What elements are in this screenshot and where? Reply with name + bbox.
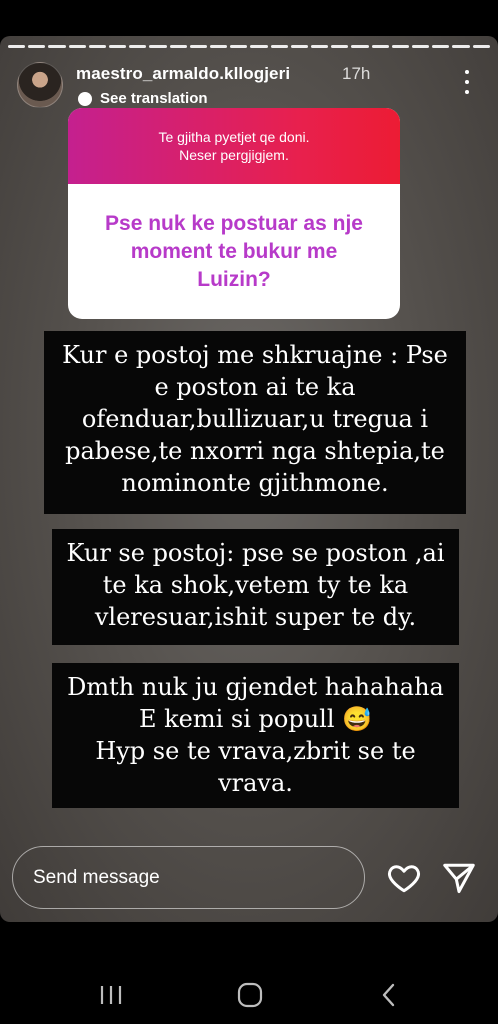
more-vertical-icon[interactable] [464,70,470,94]
question-header-line1: Te gjitha pyetjet qe doni. [158,129,310,145]
question-header-line2: Neser pergjigjem. [179,147,289,163]
translate-icon [78,91,92,106]
story-text-block: Kur e postoj me shkruajne : Pse e poston… [44,331,466,514]
question-sticker[interactable]: Te gjitha pyetjet qe doni. Neser pergjig… [68,108,400,319]
question-text: Pse nuk ke postuar as nje moment te buku… [105,211,363,291]
send-message-input[interactable]: Send message [12,846,365,909]
paper-plane-icon[interactable] [441,860,477,896]
post-time: 17h [342,64,371,83]
question-sticker-header: Te gjitha pyetjet qe doni. Neser pergjig… [68,108,400,184]
story-text-block: Dmth nuk ju gjendet hahahaha E kemi si p… [52,663,459,808]
story-progress-bar [8,45,490,48]
username[interactable]: maestro_armaldo.kllogjeri [76,64,290,84]
home-icon[interactable] [237,982,263,1008]
heart-icon[interactable] [386,860,422,896]
system-navigation-bar [0,962,498,1024]
story-text-block: Kur se postoj: pse se poston ,ai te ka s… [52,529,459,645]
back-icon[interactable] [378,982,400,1008]
see-translation-button[interactable]: See translation [78,90,208,107]
avatar[interactable] [17,62,63,108]
recent-apps-icon[interactable] [98,984,124,1006]
send-message-placeholder: Send message [33,866,160,888]
see-translation-label: See translation [100,90,208,107]
